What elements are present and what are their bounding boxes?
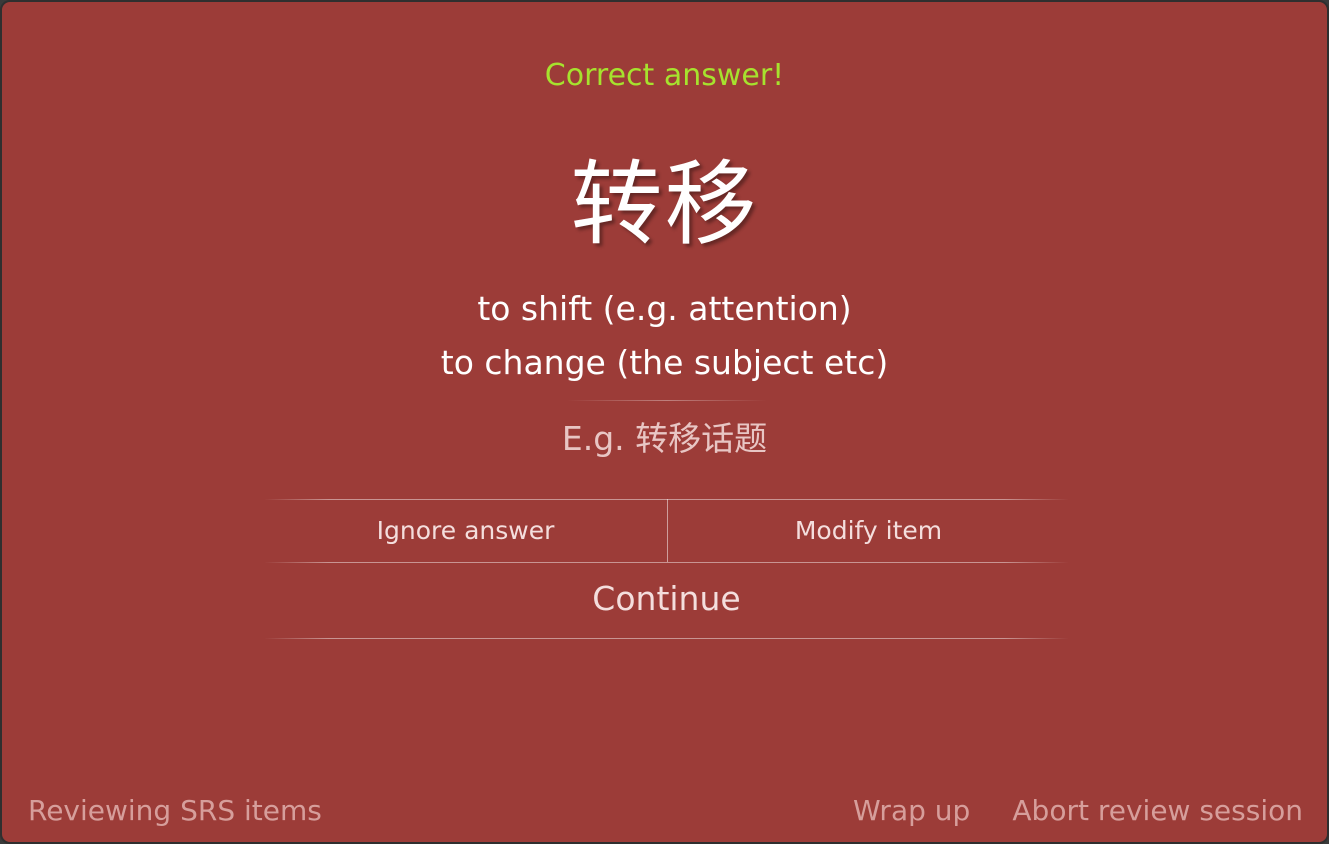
hanzi-word: 转移 (570, 151, 759, 258)
session-mode-label: Reviewing SRS items (28, 794, 322, 827)
wrap-up-link[interactable]: Wrap up (853, 794, 970, 827)
ignore-answer-button[interactable]: Ignore answer (264, 499, 667, 562)
answer-status: Correct answer! (544, 58, 785, 93)
review-card: Correct answer! 转移 to shift (e.g. attent… (0, 0, 1329, 844)
continue-button[interactable]: Continue (264, 563, 1069, 638)
abort-session-link[interactable]: Abort review session (1012, 794, 1303, 827)
meaning-line-2: to change (the subject etc) (440, 343, 889, 382)
meaning-line-1: to shift (e.g. attention) (477, 289, 852, 328)
actions-bottom-divider (264, 638, 1069, 639)
modify-item-button[interactable]: Modify item (668, 499, 1069, 562)
example-sentence: E.g. 转移话题 (561, 419, 768, 458)
example-separator (567, 400, 767, 401)
